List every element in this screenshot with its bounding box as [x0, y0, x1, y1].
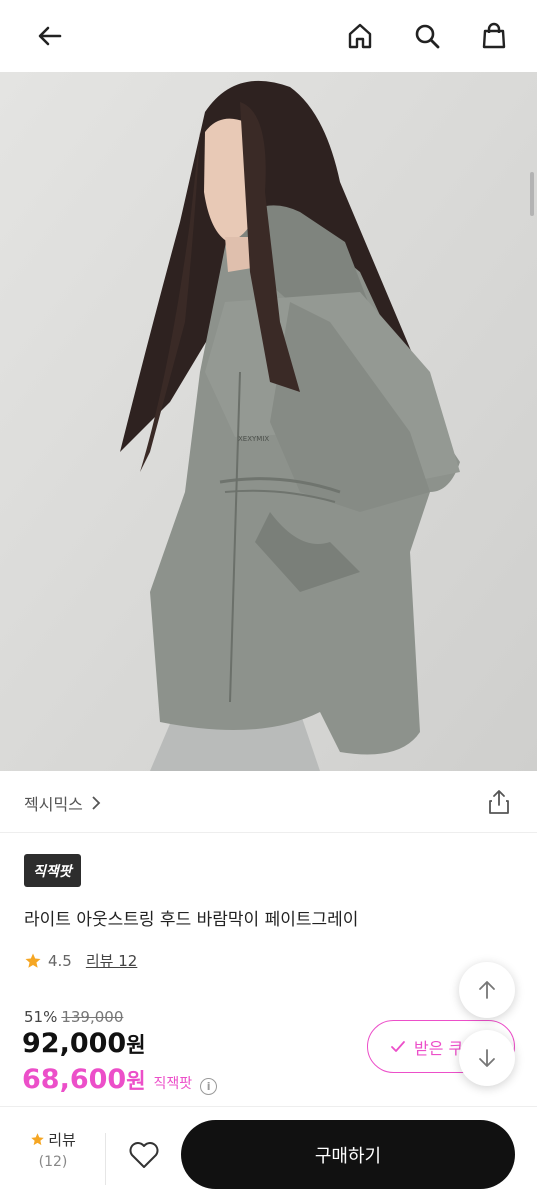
scroll-up-button[interactable] — [459, 962, 515, 1018]
sale-price-value: 92,000 — [22, 1028, 127, 1059]
original-price-row: 51% 139,000 — [24, 1008, 123, 1026]
product-image[interactable]: XEXYMIX — [0, 72, 537, 771]
brand-row: 젝시믹스 — [0, 771, 537, 833]
arrow-up-icon — [479, 981, 495, 999]
bottom-action-bar: 리뷰 (12) 구매하기 — [0, 1106, 537, 1200]
arrow-left-icon — [38, 26, 62, 46]
star-icon — [25, 953, 41, 968]
cart-button[interactable] — [472, 14, 516, 58]
promo-badge: 직잭팟 — [24, 854, 81, 887]
check-icon — [391, 1040, 405, 1052]
special-price: 68,600원 — [22, 1064, 146, 1095]
review-summary-label: 리뷰 — [48, 1131, 76, 1149]
special-price-row: 68,600원 직잭팟 i — [22, 1064, 218, 1095]
share-icon[interactable] — [485, 788, 513, 816]
sale-price: 92,000원 — [22, 1028, 146, 1059]
review-link[interactable]: 리뷰 12 — [86, 950, 137, 971]
rating-score: 4.5 — [48, 951, 72, 970]
top-app-bar — [0, 0, 537, 72]
review-summary[interactable]: 리뷰 (12) — [24, 1129, 82, 1170]
chevron-right-icon — [92, 796, 101, 810]
divider — [105, 1133, 106, 1185]
home-button[interactable] — [338, 14, 382, 58]
info-icon[interactable]: i — [200, 1078, 218, 1095]
special-price-tag: 직잭팟 — [153, 1076, 193, 1092]
coupon-label: 받은 쿠 — [414, 1038, 464, 1058]
home-icon — [348, 23, 372, 49]
scrollbar[interactable] — [530, 172, 534, 216]
original-price: 139,000 — [61, 1008, 124, 1026]
special-price-value: 68,600 — [22, 1064, 127, 1095]
brand-name: 젝시믹스 — [24, 795, 83, 814]
sale-price-unit: 원 — [126, 1033, 146, 1057]
buy-button[interactable]: 구매하기 — [181, 1120, 515, 1189]
brand-link[interactable]: 젝시믹스 — [24, 791, 101, 815]
heart-icon[interactable] — [126, 1137, 162, 1173]
jacket-logo: XEXYMIX — [238, 435, 269, 443]
back-button[interactable] — [28, 14, 72, 58]
discount-rate: 51% — [24, 1008, 58, 1026]
search-button[interactable] — [405, 14, 449, 58]
arrow-down-icon — [479, 1049, 495, 1067]
star-icon — [31, 1133, 44, 1146]
search-icon — [415, 24, 440, 49]
scroll-down-button[interactable] — [459, 1030, 515, 1086]
special-price-unit: 원 — [126, 1069, 146, 1093]
product-title: 라이트 아웃스트링 후드 바람막이 페이트그레이 — [24, 910, 359, 930]
shopping-bag-icon — [482, 22, 506, 49]
review-summary-count: (12) — [38, 1154, 68, 1170]
product-photo-illustration: XEXYMIX — [0, 72, 537, 771]
rating-row: 4.5 리뷰 12 — [24, 950, 137, 971]
